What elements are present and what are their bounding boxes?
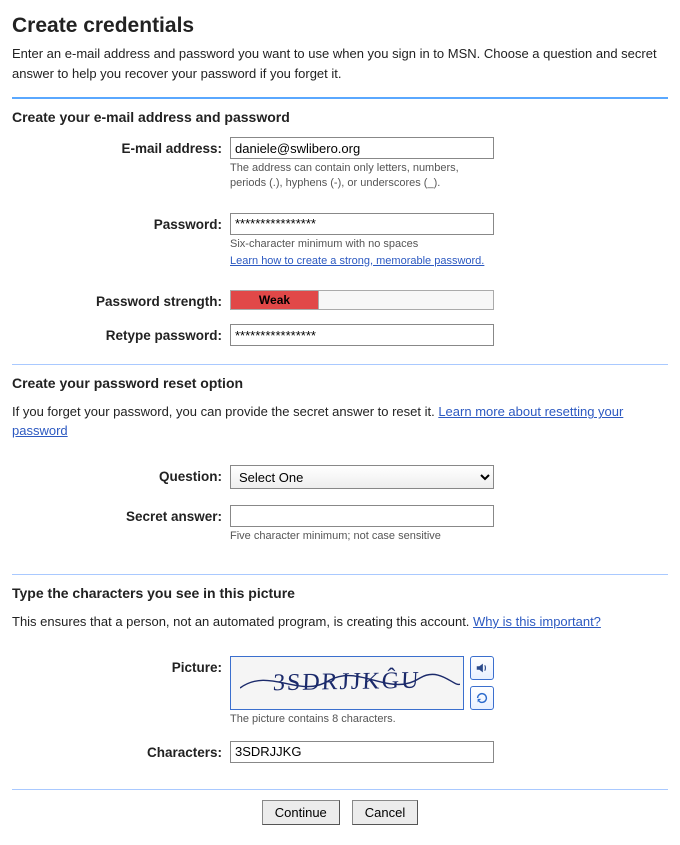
section-captcha-heading: Type the characters you see in this pict…	[12, 585, 668, 601]
password-strength-link[interactable]: Learn how to create a strong, memorable …	[230, 255, 484, 267]
divider	[12, 574, 668, 575]
section-reset-heading: Create your password reset option	[12, 375, 668, 391]
page-title: Create credentials	[12, 14, 668, 38]
password-strength-label: Password strength:	[12, 290, 230, 309]
section-email-password-heading: Create your e-mail address and password	[12, 109, 668, 125]
secret-answer-hint: Five character minimum; not case sensiti…	[230, 529, 494, 544]
password-label: Password:	[12, 213, 230, 232]
email-label: E-mail address:	[12, 137, 230, 156]
secret-answer-label: Secret answer:	[12, 505, 230, 524]
email-hint: The address can contain only letters, nu…	[230, 161, 494, 191]
page-intro: Enter an e-mail address and password you…	[12, 44, 668, 83]
retype-password-label: Retype password:	[12, 324, 230, 343]
section-reset-desc: If you forget your password, you can pro…	[12, 403, 668, 441]
divider	[12, 789, 668, 790]
password-field[interactable]	[230, 213, 494, 235]
refresh-icon	[475, 691, 489, 705]
secret-answer-field[interactable]	[230, 505, 494, 527]
captcha-refresh-button[interactable]	[470, 686, 494, 710]
password-strength-meter: Weak	[230, 290, 494, 310]
speaker-icon	[475, 661, 489, 675]
cancel-button[interactable]: Cancel	[352, 800, 418, 825]
captcha-why-link[interactable]: Why is this important?	[473, 614, 601, 629]
divider	[12, 364, 668, 365]
continue-button[interactable]: Continue	[262, 800, 340, 825]
section-captcha-desc: This ensures that a person, not an autom…	[12, 613, 668, 632]
picture-label: Picture:	[12, 656, 230, 675]
question-label: Question:	[12, 465, 230, 484]
email-field[interactable]	[230, 137, 494, 159]
password-strength-value: Weak	[231, 291, 319, 309]
divider	[12, 97, 668, 99]
question-select[interactable]: Select One	[230, 465, 494, 489]
captcha-image: 3SDRJJKĜU	[230, 656, 464, 710]
password-hint: Six-character minimum with no spaces	[230, 237, 494, 252]
picture-hint: The picture contains 8 characters.	[230, 712, 494, 727]
characters-label: Characters:	[12, 741, 230, 760]
characters-field[interactable]	[230, 741, 494, 763]
captcha-audio-button[interactable]	[470, 656, 494, 680]
retype-password-field[interactable]	[230, 324, 494, 346]
